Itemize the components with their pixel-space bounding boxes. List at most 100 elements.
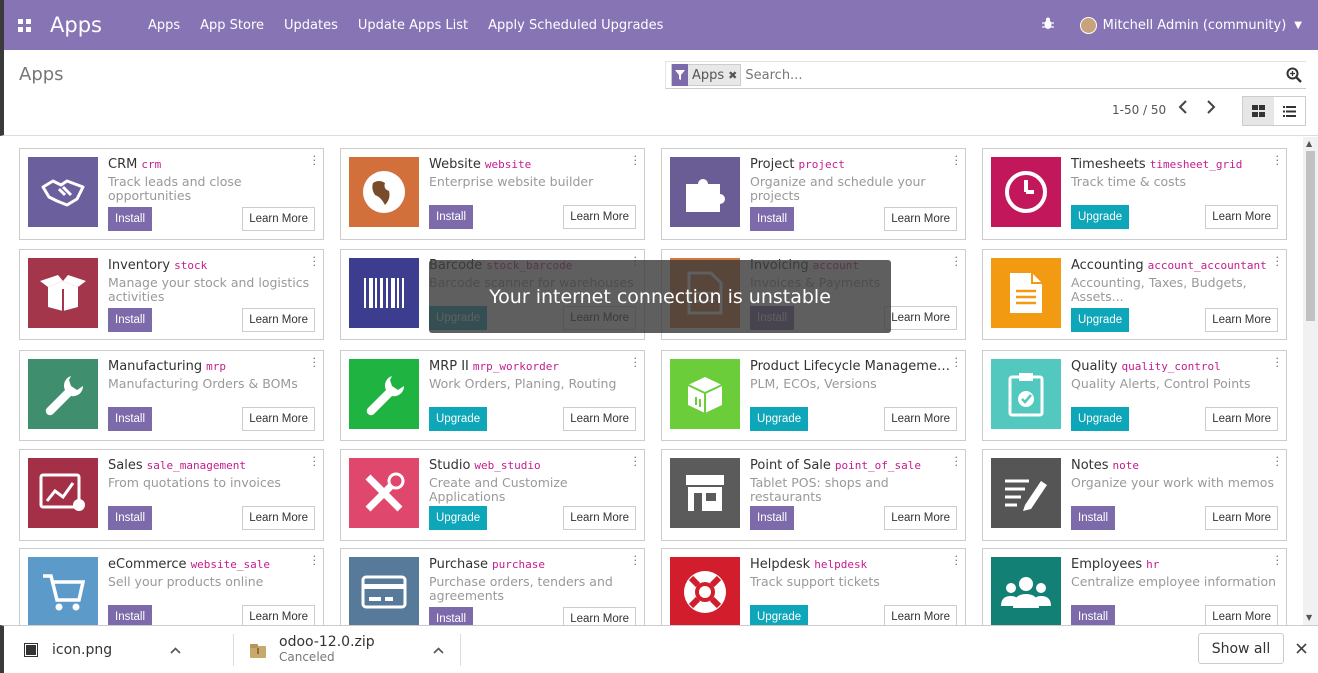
app-card[interactable]: Helpdesk helpdesk Track support tickets U…	[661, 548, 966, 625]
card-menu-icon[interactable]: ···	[955, 252, 959, 271]
learn-more-button[interactable]: Learn More	[242, 407, 315, 431]
card-menu-icon[interactable]: ···	[313, 353, 317, 372]
learn-more-button[interactable]: Learn More	[884, 605, 957, 625]
list-view-icon[interactable]	[1274, 97, 1305, 125]
facet-remove-icon[interactable]: ✖	[728, 69, 740, 82]
kanban-view-icon[interactable]	[1243, 97, 1274, 125]
menu-update-apps-list[interactable]: Update Apps List	[358, 18, 468, 33]
learn-more-button[interactable]: Learn More	[242, 207, 315, 231]
learn-more-button[interactable]: Learn More	[1205, 506, 1278, 530]
card-menu-icon[interactable]: ···	[1276, 452, 1280, 471]
menu-app-store[interactable]: App Store	[200, 18, 264, 33]
card-menu-icon[interactable]: ···	[313, 252, 317, 271]
card-menu-icon[interactable]: ···	[634, 151, 638, 170]
close-icon[interactable]	[1296, 638, 1307, 659]
card-menu-icon[interactable]: ···	[634, 353, 638, 372]
upgrade-button[interactable]: Upgrade	[429, 506, 488, 530]
app-card[interactable]: CRM crm Track leads and close opportuniti…	[19, 148, 324, 240]
card-menu-icon[interactable]: ···	[313, 151, 317, 170]
chevron-up-icon[interactable]	[170, 643, 181, 658]
download-item[interactable]: icon.png	[24, 626, 181, 673]
install-button[interactable]: Install	[108, 207, 153, 231]
app-card[interactable]: Project project Organize and schedule you…	[661, 148, 966, 240]
learn-more-button[interactable]: Learn More	[242, 506, 315, 530]
install-button[interactable]: Install	[750, 207, 795, 231]
vertical-scrollbar[interactable]: ▲ ▼	[1303, 137, 1318, 625]
app-card[interactable]: Employees hr Centralize employee informat…	[982, 548, 1287, 625]
card-menu-icon[interactable]: ···	[955, 353, 959, 372]
card-menu-icon[interactable]: ···	[1276, 551, 1280, 570]
learn-more-button[interactable]: Learn More	[1205, 205, 1278, 229]
avatar[interactable]	[1079, 16, 1097, 34]
scrollbar-thumb[interactable]	[1306, 151, 1315, 321]
learn-more-button[interactable]: Learn More	[563, 607, 636, 625]
pager-next-icon[interactable]	[1206, 100, 1216, 118]
learn-more-button[interactable]: Learn More	[1205, 308, 1278, 332]
bug-icon[interactable]	[1041, 17, 1054, 34]
upgrade-button[interactable]: Upgrade	[1071, 308, 1130, 332]
app-card[interactable]: Notes note Organize your work with memos …	[982, 449, 1287, 541]
upgrade-button[interactable]: Upgrade	[1071, 407, 1130, 431]
pager-value[interactable]: 1-50 / 50	[1112, 103, 1166, 117]
learn-more-button[interactable]: Learn More	[884, 407, 957, 431]
card-menu-icon[interactable]: ···	[955, 151, 959, 170]
learn-more-button[interactable]: Learn More	[242, 308, 315, 332]
install-button[interactable]: Install	[750, 506, 795, 530]
app-card[interactable]: Accounting account_accountant Accounting,…	[982, 249, 1287, 340]
card-menu-icon[interactable]: ···	[313, 551, 317, 570]
app-card[interactable]: Manufacturing mrp Manufacturing Orders & …	[19, 350, 324, 441]
pager-previous-icon[interactable]	[1178, 100, 1188, 118]
app-card[interactable]: Point of Sale point_of_sale Tablet POS: s…	[661, 449, 966, 541]
learn-more-button[interactable]: Learn More	[563, 506, 636, 530]
learn-more-button[interactable]: Learn More	[1205, 407, 1278, 431]
app-card[interactable]: Studio web_studio Create and Customize Ap…	[340, 449, 645, 541]
upgrade-button[interactable]: Upgrade	[750, 605, 809, 625]
search-icon[interactable]	[1286, 67, 1302, 87]
search-input[interactable]	[745, 67, 1266, 83]
app-card[interactable]: MRP II mrp_workorder Work Orders, Planing…	[340, 350, 645, 441]
learn-more-button[interactable]: Learn More	[884, 506, 957, 530]
card-menu-icon[interactable]: ···	[1276, 353, 1280, 372]
app-card[interactable]: Inventory stock Manage your stock and log…	[19, 249, 324, 340]
menu-apply-scheduled-upgrades[interactable]: Apply Scheduled Upgrades	[488, 18, 663, 33]
learn-more-button[interactable]: Learn More	[884, 207, 957, 231]
install-button[interactable]: Install	[108, 506, 153, 530]
install-button[interactable]: Install	[108, 605, 153, 625]
install-button[interactable]: Install	[108, 407, 153, 431]
card-menu-icon[interactable]: ···	[1276, 151, 1280, 170]
show-all-button[interactable]: Show all	[1198, 633, 1284, 664]
card-menu-icon[interactable]: ···	[1276, 252, 1280, 271]
install-button[interactable]: Install	[429, 205, 474, 229]
app-card[interactable]: Product Lifecycle Managementmrp_plm PLM,…	[661, 350, 966, 441]
upgrade-button[interactable]: Upgrade	[750, 407, 809, 431]
menu-updates[interactable]: Updates	[284, 18, 338, 33]
learn-more-button[interactable]: Learn More	[563, 205, 636, 229]
scroll-down-icon[interactable]: ▼	[1306, 613, 1312, 622]
install-button[interactable]: Install	[1071, 605, 1116, 625]
app-card[interactable]: Website website Enterprise website builde…	[340, 148, 645, 240]
menu-apps[interactable]: Apps	[148, 18, 180, 33]
app-card[interactable]: Sales sale_management From quotations to …	[19, 449, 324, 541]
install-button[interactable]: Install	[429, 607, 474, 625]
user-name[interactable]: Mitchell Admin (community)	[1103, 18, 1287, 33]
learn-more-button[interactable]: Learn More	[242, 605, 315, 625]
learn-more-button[interactable]: Learn More	[563, 407, 636, 431]
app-card[interactable]: Timesheets timesheet_grid Track time & co…	[982, 148, 1287, 240]
card-menu-icon[interactable]: ···	[634, 452, 638, 471]
card-menu-icon[interactable]: ···	[634, 551, 638, 570]
card-menu-icon[interactable]: ···	[955, 551, 959, 570]
app-card[interactable]: Quality quality_control Quality Alerts, C…	[982, 350, 1287, 441]
caret-down-icon[interactable]: ▼	[1294, 20, 1302, 31]
install-button[interactable]: Install	[108, 308, 153, 332]
app-card[interactable]: eCommerce website_sale Sell your products…	[19, 548, 324, 625]
learn-more-button[interactable]: Learn More	[884, 306, 957, 330]
upgrade-button[interactable]: Upgrade	[1071, 205, 1130, 229]
card-menu-icon[interactable]: ···	[313, 452, 317, 471]
app-grid-icon[interactable]	[4, 0, 44, 50]
card-menu-icon[interactable]: ···	[955, 452, 959, 471]
install-button[interactable]: Install	[1071, 506, 1116, 530]
scroll-up-icon[interactable]: ▲	[1306, 139, 1312, 148]
download-item[interactable]: odoo-12.0.zip Canceled	[250, 626, 444, 673]
app-card[interactable]: Purchase purchase Purchase orders, tender…	[340, 548, 645, 625]
chevron-up-icon[interactable]	[433, 643, 444, 658]
